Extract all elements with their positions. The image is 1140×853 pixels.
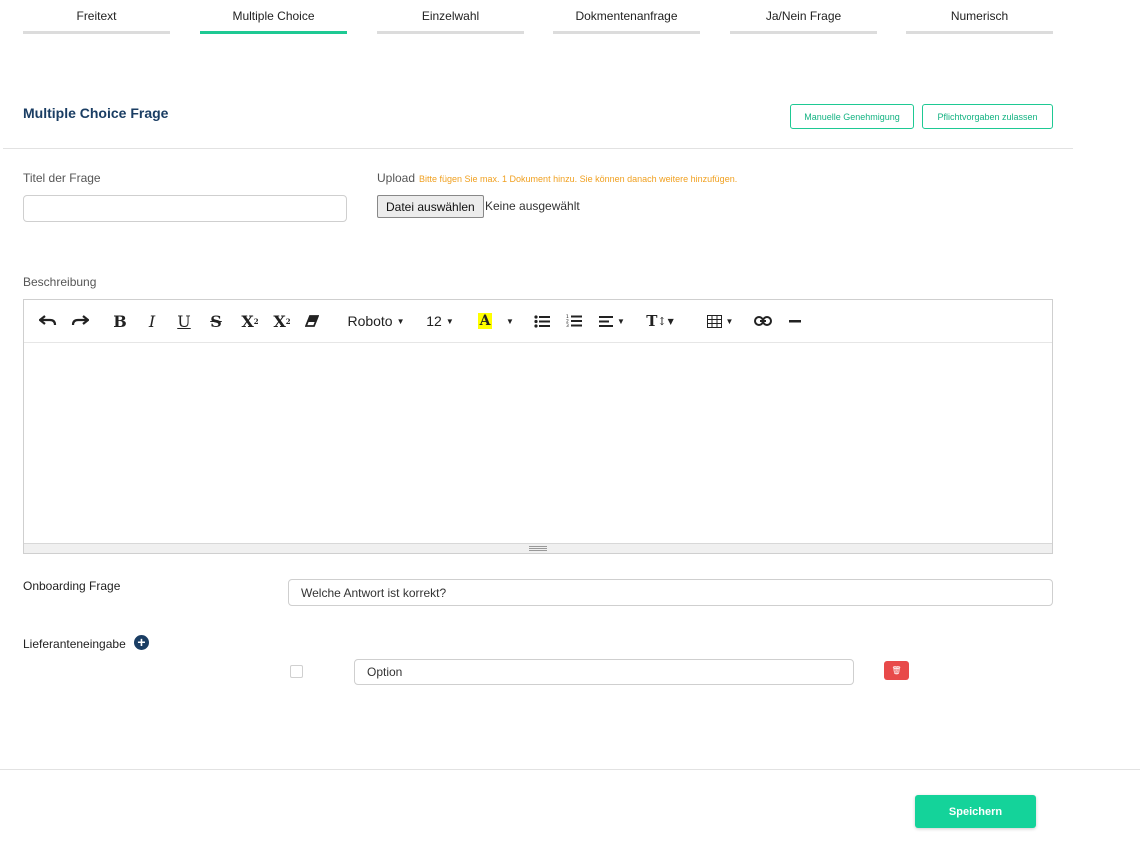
manual-approval-button[interactable]: Manuelle Genehmigung — [790, 104, 914, 129]
onboarding-question-input[interactable] — [288, 579, 1053, 606]
upload-label: Upload — [377, 171, 416, 185]
page-title: Multiple Choice Frage — [23, 105, 169, 121]
subscript-icon[interactable]: X2 — [270, 310, 294, 332]
chevron-down-icon: ▼ — [445, 316, 454, 326]
eraser-icon[interactable] — [304, 310, 320, 332]
save-button[interactable]: Speichern — [915, 795, 1036, 828]
underline-icon[interactable]: U — [174, 310, 194, 332]
svg-text:3: 3 — [566, 323, 569, 328]
bold-icon[interactable]: B — [110, 310, 130, 332]
redo-icon[interactable] — [70, 310, 90, 332]
italic-icon[interactable]: I — [142, 310, 162, 332]
chevron-down-icon: ▼ — [396, 316, 405, 326]
superscript-icon[interactable]: X2 — [238, 310, 262, 332]
trash-icon: 🗑 — [891, 666, 902, 675]
font-family-select[interactable]: Roboto ▼ — [346, 310, 406, 332]
title-label: Titel der Frage — [23, 171, 101, 185]
question-type-tabs: Freitext Multiple Choice Einzelwahl Dokm… — [23, 0, 1053, 34]
editor-resize-handle[interactable] — [24, 543, 1052, 553]
horizontal-rule-icon[interactable] — [787, 310, 803, 332]
add-option-icon[interactable]: + — [134, 635, 149, 650]
text-height-icon[interactable]: T ↕ ▼ — [645, 310, 675, 332]
font-family-value: Roboto — [347, 313, 393, 329]
tab-dokumentenanfrage[interactable]: Dokmentenanfrage — [553, 0, 700, 34]
tab-multiple-choice[interactable]: Multiple Choice — [200, 0, 347, 34]
delete-option-button[interactable]: 🗑 — [884, 661, 909, 680]
tab-freitext[interactable]: Freitext — [23, 0, 170, 34]
editor-toolbar: B I U S X2 X2 Roboto ▼ 12 ▼ A ▼ 123 ▼ T ↕ ▼ … — [24, 300, 1052, 343]
onboarding-label: Onboarding Frage — [23, 579, 121, 593]
rich-text-editor: B I U S X2 X2 Roboto ▼ 12 ▼ A ▼ 123 ▼ T ↕ ▼ … — [23, 299, 1053, 554]
highlight-dropdown-icon[interactable]: ▼ — [504, 310, 516, 332]
supplier-input-label: Lieferanteneingabe — [23, 637, 126, 651]
tab-numerisch[interactable]: Numerisch — [906, 0, 1053, 34]
highlight-icon[interactable]: A — [476, 310, 494, 332]
editor-content-area[interactable] — [24, 343, 1052, 543]
font-size-select[interactable]: 12 ▼ — [424, 310, 456, 332]
description-label: Beschreibung — [23, 275, 97, 289]
divider — [3, 148, 1073, 149]
tab-ja-nein[interactable]: Ja/Nein Frage — [730, 0, 877, 34]
bulleted-list-icon[interactable] — [533, 310, 551, 332]
grip-icon — [529, 546, 547, 551]
align-icon[interactable]: ▼ — [598, 310, 626, 332]
file-status: Keine ausgewählt — [485, 199, 580, 213]
strikethrough-icon[interactable]: S — [206, 310, 226, 332]
allow-requirements-button[interactable]: Pflichtvorgaben zulassen — [922, 104, 1053, 129]
table-icon[interactable]: ▼ — [705, 310, 735, 332]
tab-einzelwahl[interactable]: Einzelwahl — [377, 0, 524, 34]
divider — [0, 769, 1140, 770]
option-correct-checkbox[interactable] — [290, 665, 303, 678]
choose-file-button[interactable]: Datei auswählen — [377, 195, 484, 218]
link-icon[interactable] — [753, 310, 773, 332]
upload-hint: Bitte fügen Sie max. 1 Dokument hinzu. S… — [419, 174, 738, 184]
option-input[interactable] — [354, 659, 854, 685]
title-input[interactable] — [23, 195, 347, 222]
undo-icon[interactable] — [38, 310, 58, 332]
font-size-value: 12 — [426, 313, 442, 329]
numbered-list-icon[interactable]: 123 — [565, 310, 583, 332]
